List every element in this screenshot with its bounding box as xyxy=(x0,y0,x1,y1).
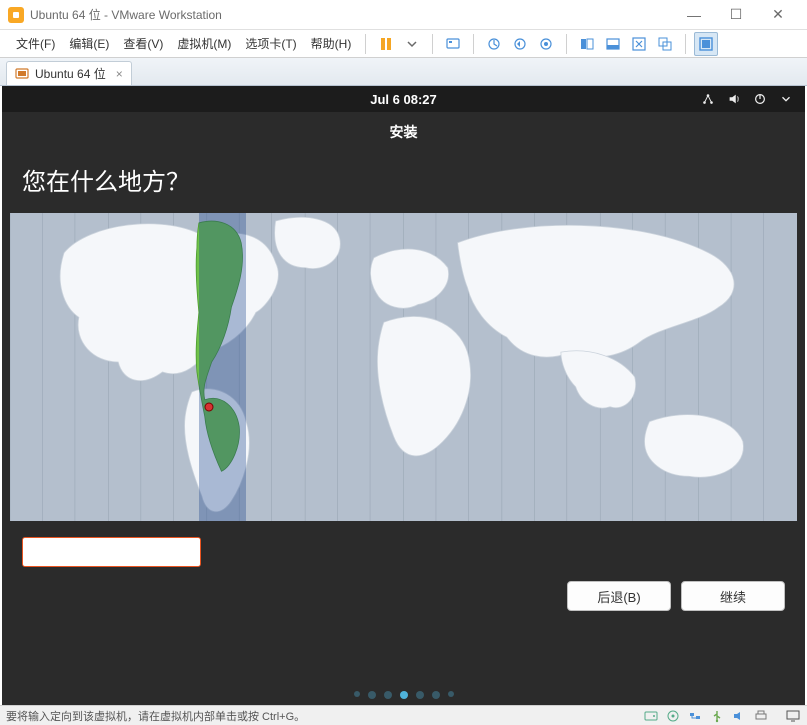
menu-help[interactable]: 帮助(H) xyxy=(305,31,358,56)
page-indicator xyxy=(354,691,454,699)
tabbar: Ubuntu 64 位 × xyxy=(0,58,807,86)
back-button[interactable]: 后退(B) xyxy=(567,581,671,611)
ubuntu-topbar: Jul 6 08:27 xyxy=(2,86,805,112)
volume-icon[interactable] xyxy=(727,92,741,106)
page-dot xyxy=(368,691,376,699)
toolbar-separator xyxy=(685,34,686,54)
vm-tab[interactable]: Ubuntu 64 位 × xyxy=(6,61,132,85)
send-ctrl-alt-del-icon[interactable] xyxy=(441,32,465,56)
window-titlebar: Ubuntu 64 位 - VMware Workstation — ☐ ✕ xyxy=(0,0,807,30)
close-button[interactable]: ✕ xyxy=(757,0,799,30)
menu-edit[interactable]: 编辑(E) xyxy=(63,31,115,56)
toolbar-separator xyxy=(432,34,433,54)
unity-icon[interactable] xyxy=(653,32,677,56)
status-tray xyxy=(643,708,801,724)
vm-display[interactable]: Jul 6 08:27 安装 您在什么地方？ xyxy=(2,86,805,705)
play-dropdown-icon[interactable] xyxy=(400,32,424,56)
tab-close-icon[interactable]: × xyxy=(116,67,123,81)
page-dot xyxy=(384,691,392,699)
network-icon[interactable] xyxy=(701,92,715,106)
timezone-map[interactable] xyxy=(10,213,797,521)
page-dot xyxy=(448,691,454,697)
installer-window: 安装 您在什么地方？ xyxy=(2,112,805,705)
power-icon[interactable] xyxy=(753,92,767,106)
device-usb-icon[interactable] xyxy=(709,708,725,724)
menu-file[interactable]: 文件(F) xyxy=(10,31,61,56)
toolbar-separator xyxy=(365,34,366,54)
world-map-svg xyxy=(10,213,797,521)
status-hint: 要将输入定向到该虚拟机，请在虚拟机内部单击或按 Ctrl+G。 xyxy=(6,708,305,724)
continue-button[interactable]: 继续 xyxy=(681,581,785,611)
snapshot-icon[interactable] xyxy=(482,32,506,56)
show-console-icon[interactable] xyxy=(575,32,599,56)
page-dot xyxy=(354,691,360,697)
device-printer-icon[interactable] xyxy=(753,708,769,724)
menu-tabs[interactable]: 选项卡(T) xyxy=(239,31,302,56)
toolbar-separator xyxy=(566,34,567,54)
pause-button[interactable] xyxy=(374,32,398,56)
fullscreen-icon[interactable] xyxy=(694,32,718,56)
device-disk-icon[interactable] xyxy=(643,708,659,724)
minimize-button[interactable]: — xyxy=(673,0,715,30)
device-sound-icon[interactable] xyxy=(731,708,747,724)
page-dot xyxy=(416,691,424,699)
page-dot xyxy=(432,691,440,699)
clock: Jul 6 08:27 xyxy=(370,92,437,107)
nav-buttons: 后退(B) 继续 xyxy=(2,567,805,625)
revert-snapshot-icon[interactable] xyxy=(508,32,532,56)
menu-vm[interactable]: 虚拟机(M) xyxy=(171,31,237,56)
installer-question: 您在什么地方？ xyxy=(2,152,805,213)
system-tray[interactable] xyxy=(701,92,793,106)
menubar: 文件(F) 编辑(E) 查看(V) 虚拟机(M) 选项卡(T) 帮助(H) xyxy=(0,30,807,58)
vm-tab-label: Ubuntu 64 位 xyxy=(35,65,106,82)
window-title: Ubuntu 64 位 - VMware Workstation xyxy=(30,6,673,23)
device-cd-icon[interactable] xyxy=(665,708,681,724)
statusbar: 要将输入定向到该虚拟机，请在虚拟机内部单击或按 Ctrl+G。 xyxy=(0,705,807,725)
page-dot-active xyxy=(400,691,408,699)
maximize-button[interactable]: ☐ xyxy=(715,0,757,30)
installer-title: 安装 xyxy=(2,112,805,152)
fit-guest-icon[interactable] xyxy=(627,32,651,56)
device-display-icon[interactable] xyxy=(785,708,801,724)
chevron-down-icon[interactable] xyxy=(779,92,793,106)
menu-view[interactable]: 查看(V) xyxy=(117,31,169,56)
vmware-app-icon xyxy=(8,7,24,23)
device-network-icon[interactable] xyxy=(687,708,703,724)
manage-snapshot-icon[interactable] xyxy=(534,32,558,56)
view-mode-icon[interactable] xyxy=(601,32,625,56)
location-input[interactable] xyxy=(22,537,201,567)
vm-tab-icon xyxy=(15,67,29,81)
toolbar-separator xyxy=(473,34,474,54)
